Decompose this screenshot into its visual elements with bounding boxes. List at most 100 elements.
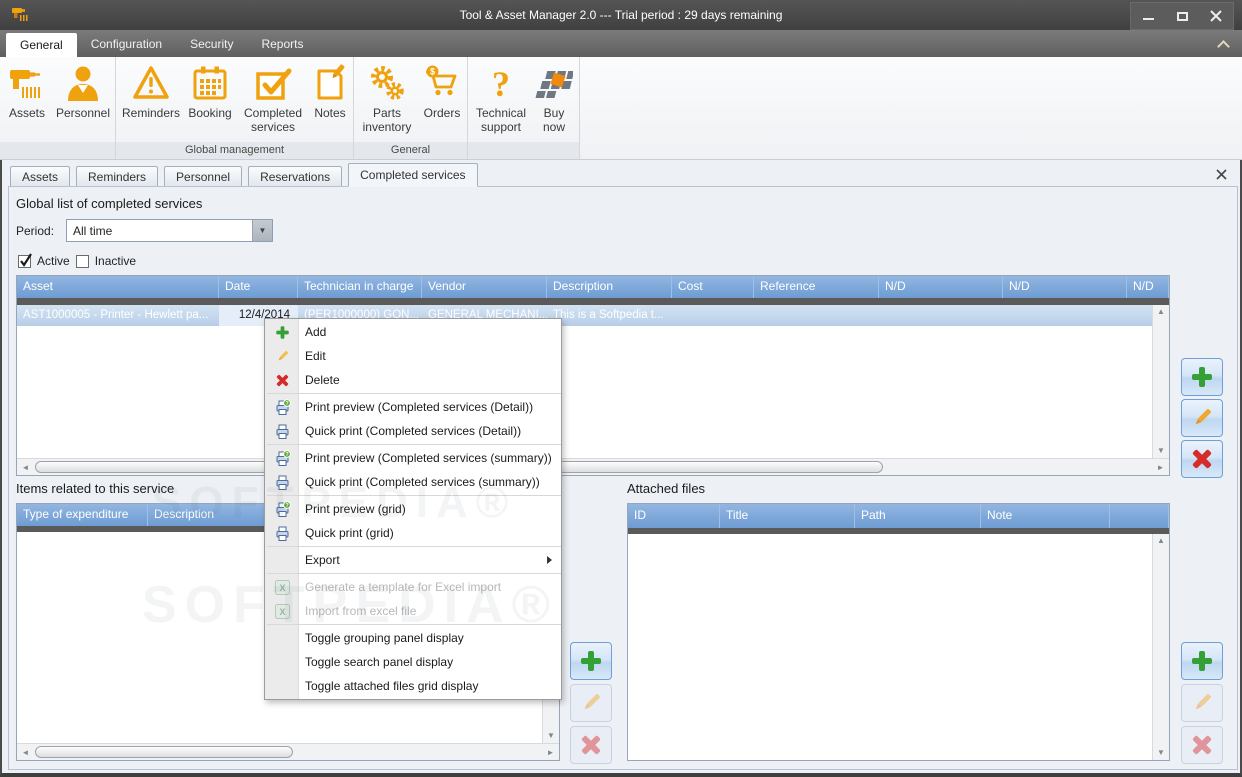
- ribbon-button-booking[interactable]: Booking: [182, 61, 238, 120]
- tab-completed-services[interactable]: Completed services: [348, 163, 478, 187]
- delete-attached-file-button[interactable]: [1181, 726, 1223, 764]
- scroll-right-icon[interactable]: ►: [542, 748, 559, 757]
- add-related-item-button[interactable]: [570, 642, 612, 680]
- menu-item-edit[interactable]: Edit: [265, 344, 561, 368]
- active-label: Active: [37, 254, 70, 268]
- column-header-blank: [1110, 504, 1169, 528]
- ribbon-group-label: [0, 142, 115, 159]
- column-header-type-of-expenditure[interactable]: Type of expenditure: [17, 504, 148, 526]
- ribbon-button-orders[interactable]: $ Orders: [418, 61, 466, 120]
- print-icon: [273, 525, 291, 542]
- horizontal-scrollbar[interactable]: ◄ ►: [17, 458, 1169, 475]
- scroll-up-icon[interactable]: ▲: [1157, 536, 1165, 546]
- ribbon-button-parts-inventory[interactable]: Parts inventory: [356, 61, 418, 134]
- column-header-reference[interactable]: Reference: [754, 276, 879, 298]
- active-checkbox[interactable]: [18, 252, 32, 268]
- column-header-nd3[interactable]: N/D: [1127, 276, 1169, 298]
- ribbon-tab-reports[interactable]: Reports: [247, 30, 317, 57]
- inactive-checkbox[interactable]: [75, 254, 89, 268]
- edit-related-item-button[interactable]: [570, 684, 612, 722]
- ribbon: Assets Personnel Reminders Booking Compl…: [0, 57, 1242, 160]
- delete-related-item-button[interactable]: [570, 726, 612, 764]
- add-service-button[interactable]: [1181, 358, 1223, 396]
- ribbon-button-notes[interactable]: Notes: [308, 61, 352, 120]
- scroll-down-icon[interactable]: ▼: [1157, 748, 1165, 758]
- menu-item-toggle-search-panel[interactable]: Toggle search panel display: [265, 650, 561, 674]
- collapse-ribbon-icon[interactable]: [1219, 39, 1228, 48]
- edit-icon: [273, 349, 291, 364]
- menu-item-toggle-attached-files-grid[interactable]: Toggle attached files grid display: [265, 674, 561, 698]
- ribbon-tab-general[interactable]: General: [6, 33, 77, 57]
- menu-item-add[interactable]: Add: [265, 320, 561, 344]
- column-header-note[interactable]: Note: [981, 504, 1110, 528]
- delete-service-button[interactable]: [1181, 440, 1223, 478]
- vertical-scrollbar[interactable]: ▲ ▼: [1152, 534, 1169, 760]
- svg-text:?: ?: [492, 64, 510, 104]
- excel-icon: X: [273, 579, 291, 595]
- column-header-date[interactable]: Date: [219, 276, 298, 298]
- menu-item-export[interactable]: Export: [265, 548, 561, 572]
- ribbon-button-assets[interactable]: Assets: [0, 61, 54, 120]
- scroll-down-icon[interactable]: ▼: [547, 731, 555, 741]
- cell-description: This is a Softpedia t...: [553, 309, 664, 321]
- period-dropdown[interactable]: All time ▼: [66, 219, 273, 242]
- ribbon-button-completed-services[interactable]: Completed services: [238, 61, 308, 134]
- edit-attached-file-button[interactable]: [1181, 684, 1223, 722]
- menu-item-toggle-grouping-panel[interactable]: Toggle grouping panel display: [265, 626, 561, 650]
- vertical-scrollbar[interactable]: ▲ ▼: [1152, 305, 1169, 458]
- menu-item-print-preview-grid[interactable]: ? Print preview (grid): [265, 497, 561, 521]
- grid-header-band: [17, 298, 1169, 305]
- column-header-cost[interactable]: Cost: [672, 276, 754, 298]
- ribbon-button-label: Booking: [188, 106, 232, 120]
- scroll-up-icon[interactable]: ▲: [1157, 307, 1165, 317]
- menu-item-delete[interactable]: Delete: [265, 368, 561, 392]
- tab-assets[interactable]: Assets: [10, 166, 71, 187]
- menu-item-quick-print-detail[interactable]: Quick print (Completed services (Detail)…: [265, 419, 561, 443]
- menu-item-label: Import from excel file: [305, 604, 417, 618]
- column-header-description[interactable]: Description: [547, 276, 672, 298]
- chevron-down-icon[interactable]: ▼: [252, 220, 272, 241]
- scroll-left-icon[interactable]: ◄: [17, 463, 34, 472]
- minimize-button[interactable]: [1131, 3, 1165, 29]
- column-header-title[interactable]: Title: [720, 504, 855, 528]
- close-tab-icon[interactable]: [1215, 168, 1228, 184]
- window-title: Tool & Asset Manager 2.0 --- Trial perio…: [459, 8, 783, 22]
- column-header-nd2[interactable]: N/D: [1003, 276, 1127, 298]
- column-header-technician[interactable]: Technician in charge: [298, 276, 422, 298]
- menu-item-print-preview-detail[interactable]: ? Print preview (Completed services (Det…: [265, 395, 561, 419]
- ribbon-tab-security[interactable]: Security: [176, 30, 247, 57]
- add-attached-file-button[interactable]: [1181, 642, 1223, 680]
- column-header-nd1[interactable]: N/D: [879, 276, 1003, 298]
- ribbon-button-technical-support[interactable]: ? Technical support: [470, 61, 532, 134]
- menu-item-quick-print-summary[interactable]: Quick print (Completed services (summary…: [265, 470, 561, 494]
- menu-item-generate-excel-template[interactable]: X Generate a template for Excel import: [265, 575, 561, 599]
- close-button[interactable]: [1199, 3, 1233, 29]
- horizontal-scrollbar[interactable]: ◄ ►: [17, 743, 559, 760]
- menu-item-label: Toggle attached files grid display: [305, 679, 479, 693]
- column-header-path[interactable]: Path: [855, 504, 981, 528]
- scroll-left-icon[interactable]: ◄: [17, 748, 34, 757]
- column-header-asset[interactable]: Asset: [17, 276, 219, 298]
- ribbon-tab-configuration[interactable]: Configuration: [77, 30, 176, 57]
- scroll-right-icon[interactable]: ►: [1152, 463, 1169, 472]
- menu-item-quick-print-grid[interactable]: Quick print (grid): [265, 521, 561, 545]
- ribbon-button-personnel[interactable]: Personnel: [54, 61, 112, 120]
- column-header-vendor[interactable]: Vendor: [422, 276, 547, 298]
- tab-reminders[interactable]: Reminders: [76, 166, 159, 187]
- app-window: Tool & Asset Manager 2.0 --- Trial perio…: [0, 0, 1242, 777]
- tab-reservations[interactable]: Reservations: [248, 166, 343, 187]
- ribbon-button-buy-now[interactable]: Buy now: [532, 61, 576, 134]
- scroll-down-icon[interactable]: ▼: [1157, 446, 1165, 456]
- ribbon-button-reminders[interactable]: Reminders: [120, 61, 182, 120]
- table-row[interactable]: AST1000005 - Printer - Hewlett pa... 12/…: [17, 305, 1152, 326]
- menu-item-label: Add: [305, 325, 327, 339]
- menu-item-label: Print preview (Completed services (summa…: [305, 451, 552, 465]
- menu-item-import-excel[interactable]: X Import from excel file: [265, 599, 561, 623]
- scrollbar-thumb[interactable]: [35, 746, 293, 758]
- tab-personnel[interactable]: Personnel: [164, 166, 243, 187]
- edit-service-button[interactable]: [1181, 399, 1223, 437]
- column-header-id[interactable]: ID: [628, 504, 720, 528]
- attached-files-title: Attached files: [627, 481, 706, 496]
- menu-item-print-preview-summary[interactable]: ? Print preview (Completed services (sum…: [265, 446, 561, 470]
- maximize-button[interactable]: [1165, 3, 1199, 29]
